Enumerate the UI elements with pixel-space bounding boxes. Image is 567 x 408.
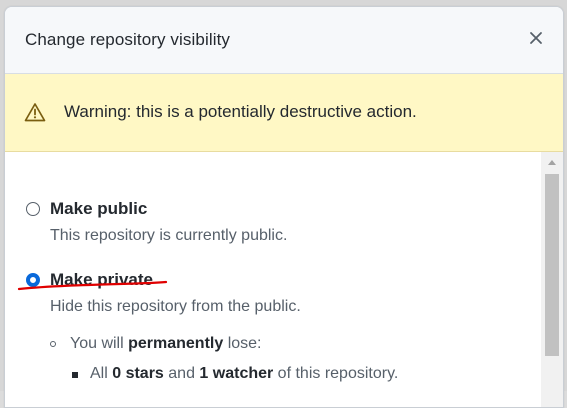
close-button[interactable] [525,27,547,49]
alert-triangle-icon [24,103,46,122]
stars-watchers-line: All 0 stars and 1 watcher of this reposi… [90,365,398,383]
scroll-up-arrow-icon[interactable] [548,160,556,165]
scrollbar[interactable] [541,152,563,407]
stars-prefix: All [90,365,113,382]
dialog-body: Make public This repository is currently… [5,152,541,407]
make-private-radio[interactable] [26,273,40,287]
lose-warning-line: You will permanently lose: [70,335,262,353]
warning-text: Warning: this is a potentially destructi… [64,102,417,121]
make-public-radio[interactable] [26,202,40,216]
dialog-header: Change repository visibility [5,7,563,74]
warning-banner: Warning: this is a potentially destructi… [5,74,563,152]
make-public-description: This repository is currently public. [50,227,288,244]
change-visibility-dialog: Change repository visibility Warning: th… [4,6,564,408]
stars-count: 0 stars [112,365,164,382]
make-private-description: Hide this repository from the public. [50,298,301,315]
square-bullet [72,372,78,378]
lose-prefix: You will [70,335,129,352]
close-icon [530,32,542,44]
stars-mid: and [163,365,200,382]
scroll-thumb[interactable] [545,174,559,356]
lose-bold: permanently [128,335,224,352]
watcher-count: 1 watcher [199,365,274,382]
lose-suffix: lose: [223,335,262,352]
circle-bullet [50,341,56,347]
make-private-label[interactable]: Make private [50,270,153,290]
dialog-title: Change repository visibility [25,30,230,49]
stars-suffix: of this repository. [273,365,399,382]
make-public-label[interactable]: Make public [50,199,147,219]
